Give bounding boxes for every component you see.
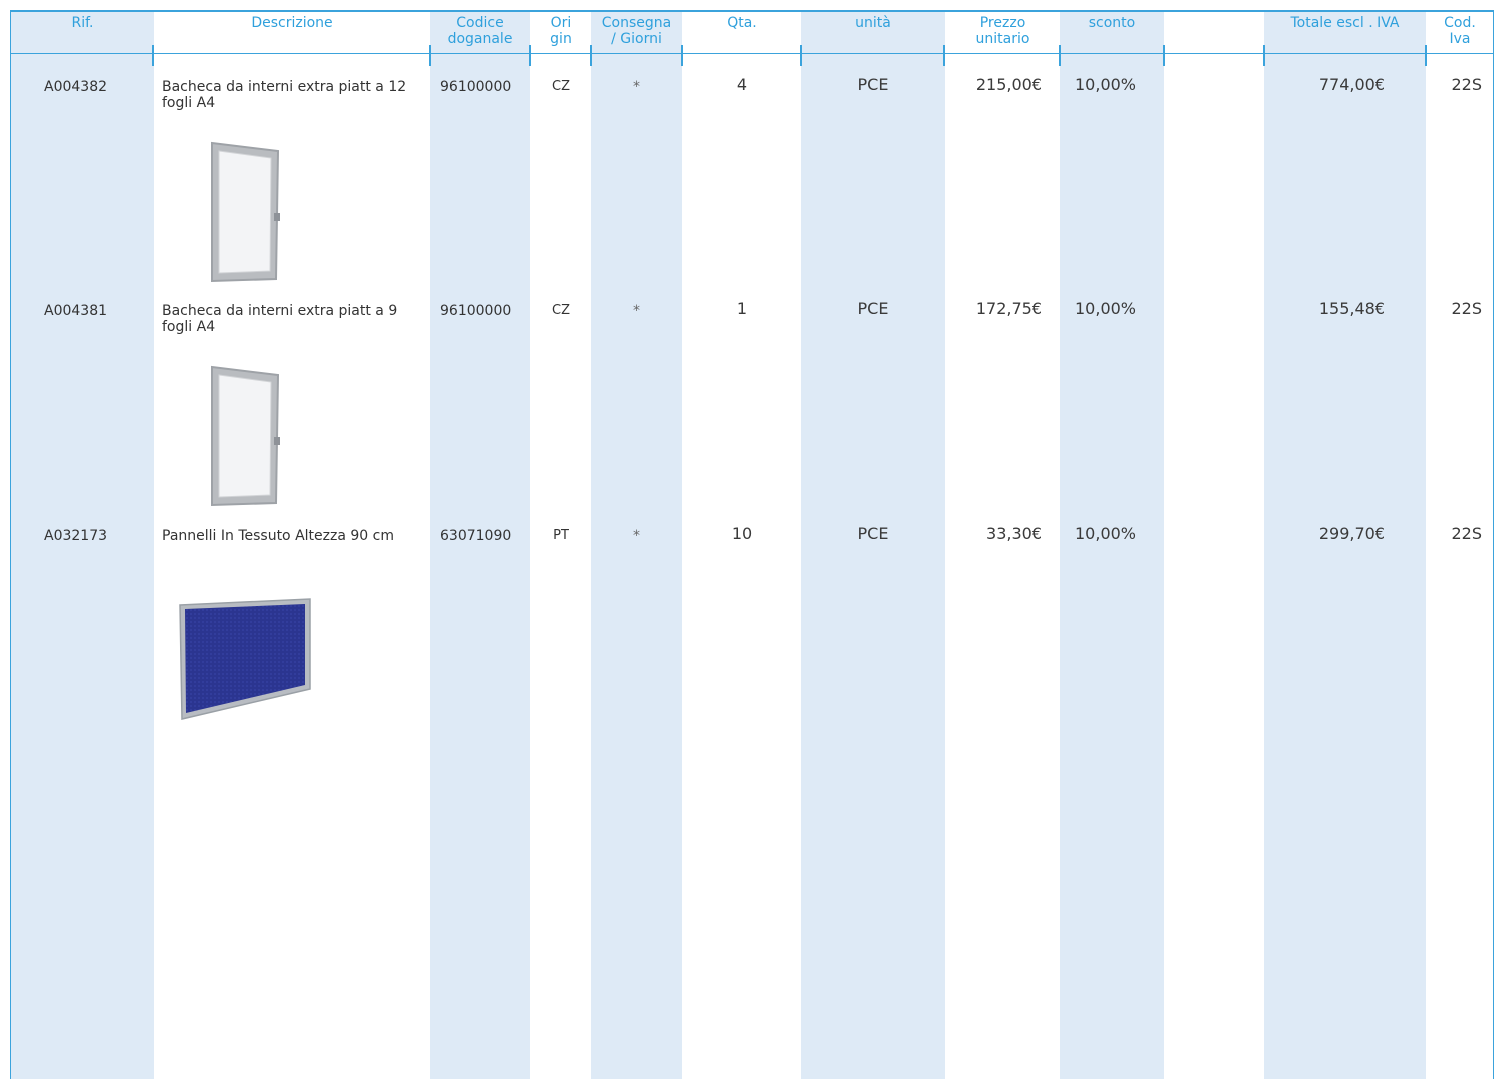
column-band-codice <box>430 10 530 1079</box>
cell-descrizione: Bacheca da interni extra piatt a 12 fogl… <box>162 79 407 111</box>
cell-sconto: 10,00% <box>1075 524 1137 543</box>
header-sconto: sconto <box>1088 15 1136 31</box>
column-band-unita <box>801 10 945 1079</box>
header-qta: Qta. <box>727 15 757 31</box>
header-consegna: Consegna / Giorni <box>601 15 672 47</box>
cell-qta: 10 <box>731 524 753 543</box>
header-origin: Ori gin <box>550 15 572 47</box>
cell-qta: 1 <box>736 299 748 318</box>
notice-board-image <box>211 365 280 507</box>
cell-consegna: * <box>633 303 640 319</box>
column-band-sconto <box>1060 10 1164 1079</box>
column-band-rif <box>11 10 154 1079</box>
cell-descrizione: Pannelli In Tessuto Altezza 90 cm <box>162 528 394 544</box>
cell-rif: A004381 <box>44 303 108 319</box>
header-codice-doganale: Codice doganale <box>447 15 513 47</box>
cell-totale: 299,70€ <box>1318 524 1385 543</box>
cell-sconto: 10,00% <box>1075 299 1137 318</box>
cell-totale: 155,48€ <box>1318 299 1385 318</box>
header-tick <box>152 45 154 66</box>
cell-origin: CZ <box>552 79 570 94</box>
column-band-totale <box>1264 10 1426 1079</box>
header-tick <box>943 45 945 66</box>
cell-rif: A004382 <box>44 79 108 95</box>
header-tick <box>1163 45 1165 66</box>
cell-unita: PCE <box>857 75 889 94</box>
header-cod-iva: Cod. Iva <box>1444 15 1476 47</box>
header-rif: Rif. <box>71 15 94 31</box>
fabric-panel-image <box>179 598 311 720</box>
header-unita: unità <box>855 15 891 31</box>
cell-rif: A032173 <box>44 528 108 544</box>
table-top-border <box>10 10 1493 12</box>
header-tick <box>1059 45 1061 66</box>
header-tick <box>590 45 592 66</box>
header-tick <box>800 45 802 66</box>
cell-unita: PCE <box>857 299 889 318</box>
cell-sconto: 10,00% <box>1075 75 1137 94</box>
header-tick <box>681 45 683 66</box>
cell-codice: 96100000 <box>440 303 512 319</box>
cell-consegna: * <box>633 79 640 95</box>
cell-qta: 4 <box>736 75 748 94</box>
header-totale: Totale escl . IVA <box>1290 15 1400 31</box>
header-tick <box>1425 45 1427 66</box>
cell-unita: PCE <box>857 524 889 543</box>
cell-origin: PT <box>553 528 569 543</box>
header-tick <box>1263 45 1265 66</box>
table-right-border <box>1493 10 1494 1079</box>
header-prezzo: Prezzo unitario <box>975 15 1030 47</box>
invoice-sheet: Rif. Descrizione Codice doganale Ori gin… <box>0 0 1498 1079</box>
cell-consegna: * <box>633 528 640 544</box>
cell-descrizione: Bacheca da interni extra piatt a 9 fogli… <box>162 303 398 335</box>
header-tick <box>529 45 531 66</box>
cell-origin: CZ <box>552 303 570 318</box>
cell-cod-iva: 22S <box>1451 524 1482 543</box>
header-tick <box>429 45 431 66</box>
cell-prezzo: 33,30€ <box>986 524 1042 543</box>
cell-prezzo: 215,00€ <box>975 75 1042 94</box>
cell-cod-iva: 22S <box>1451 75 1482 94</box>
table-left-border <box>10 10 11 1079</box>
column-band-consegna <box>591 10 682 1079</box>
header-separator <box>10 53 1494 54</box>
header-descrizione: Descrizione <box>251 15 333 31</box>
cell-codice: 63071090 <box>440 528 512 544</box>
cell-totale: 774,00€ <box>1318 75 1385 94</box>
cell-codice: 96100000 <box>440 79 512 95</box>
notice-board-image <box>211 141 280 283</box>
cell-cod-iva: 22S <box>1451 299 1482 318</box>
cell-prezzo: 172,75€ <box>975 299 1042 318</box>
